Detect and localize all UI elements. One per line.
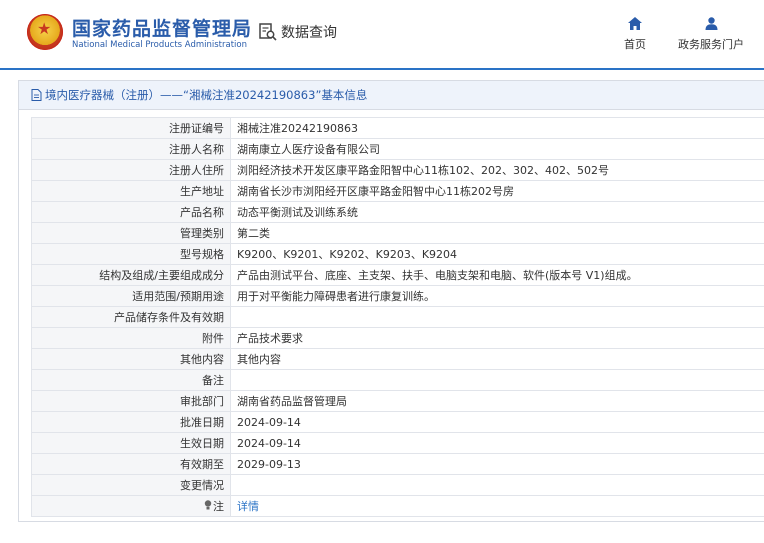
row-value: [230, 369, 764, 391]
row-label: 变更情况: [31, 474, 231, 496]
row-value: 浏阳经济技术开发区康平路金阳智中心11栋102、202、302、402、502号: [230, 159, 764, 181]
row-label: 其他内容: [31, 348, 231, 370]
row-label: 管理类别: [31, 222, 231, 244]
document-icon: [31, 89, 42, 101]
row-label: 型号规格: [31, 243, 231, 265]
row-value: K9200、K9201、K9202、K9203、K9204: [230, 243, 764, 265]
national-emblem-logo: ★: [27, 14, 63, 50]
row-label: 审批部门: [31, 390, 231, 412]
row-label: 备注: [31, 369, 231, 391]
table-row: 有效期至 2029-09-13: [31, 453, 764, 475]
row-value: [230, 474, 764, 496]
row-label: 注册人住所: [31, 159, 231, 181]
row-value: 湖南康立人医疗设备有限公司: [230, 138, 764, 160]
table-row: 产品名称 动态平衡测试及训练系统: [31, 201, 764, 223]
table-row: 附件 产品技术要求: [31, 327, 764, 349]
data-query-link[interactable]: 数据查询: [258, 22, 337, 42]
row-value: 湘械注准20242190863: [230, 117, 764, 139]
row-value: [230, 306, 764, 328]
table-row: 管理类别 第二类: [31, 222, 764, 244]
table-row: 注 详情: [31, 495, 764, 517]
row-value: 详情: [230, 495, 764, 517]
table-row: 备注: [31, 369, 764, 391]
row-value: 其他内容: [230, 348, 764, 370]
row-label: 附件: [31, 327, 231, 349]
row-value: 用于对平衡能力障碍患者进行康复训练。: [230, 285, 764, 307]
nav-home[interactable]: 首页: [618, 17, 652, 52]
row-label: 产品名称: [31, 201, 231, 223]
row-label: 产品储存条件及有效期: [31, 306, 231, 328]
row-value: 2024-09-14: [230, 411, 764, 433]
breadcrumb: 境内医疗器械（注册）——“湘械注准20242190863”基本信息: [45, 88, 368, 102]
table-row: 审批部门 湖南省药品监督管理局: [31, 390, 764, 412]
table-row: 注册人住所 浏阳经济技术开发区康平路金阳智中心11栋102、202、302、402…: [31, 159, 764, 181]
row-value: 湖南省长沙市浏阳经开区康平路金阳智中心11栋202号房: [230, 180, 764, 202]
detail-table: 注册证编号 湘械注准20242190863 注册人名称 湖南康立人医疗设备有限公司 …: [31, 117, 764, 517]
table-row: 适用范围/预期用途 用于对平衡能力障碍患者进行康复训练。: [31, 285, 764, 307]
table-row: 变更情况: [31, 474, 764, 496]
table-row: 结构及组成/主要组成成分 产品由测试平台、底座、主支架、扶手、电脑支架和电脑、软件…: [31, 264, 764, 286]
row-label: 适用范围/预期用途: [31, 285, 231, 307]
home-icon: [628, 17, 642, 30]
row-label: 注册证编号: [31, 117, 231, 139]
table-row: 型号规格 K9200、K9201、K9202、K9203、K9204: [31, 243, 764, 265]
detail-panel: 境内医疗器械（注册）——“湘械注准20242190863”基本信息 注册证编号湘…: [18, 80, 764, 522]
header-divider: [0, 68, 764, 70]
site-header: ★ 国家药品监督管理局 National Medical Products Ad…: [0, 0, 764, 66]
row-value: 动态平衡测试及训练系统: [230, 201, 764, 223]
row-value: 湖南省药品监督管理局: [230, 390, 764, 412]
row-label: 结构及组成/主要组成成分: [31, 264, 231, 286]
row-label: 批准日期: [31, 411, 231, 433]
table-row: 注册证编号 湘械注准20242190863: [31, 117, 764, 139]
site-subtitle: National Medical Products Administration: [72, 40, 247, 50]
table-row: 生效日期 2024-09-14: [31, 432, 764, 454]
row-label: 生效日期: [31, 432, 231, 454]
search-doc-icon: [259, 23, 277, 41]
table-row: 产品储存条件及有效期: [31, 306, 764, 328]
panel-title: 境内医疗器械（注册）——“湘械注准20242190863”基本信息: [19, 81, 764, 110]
nav-gov-label: 政务服务门户: [678, 38, 744, 51]
row-value: 2029-09-13: [230, 453, 764, 475]
row-value: 产品技术要求: [230, 327, 764, 349]
row-label: 生产地址: [31, 180, 231, 202]
row-label: 注册人名称: [31, 138, 231, 160]
row-label: 注: [31, 495, 231, 517]
row-label: 有效期至: [31, 453, 231, 475]
row-value: 产品由测试平台、底座、主支架、扶手、电脑支架和电脑、软件(版本号 V1)组成。: [230, 264, 764, 286]
nav-gov-services[interactable]: 政务服务门户: [672, 17, 750, 52]
table-row: 其他内容 其他内容: [31, 348, 764, 370]
table-row: 生产地址 湖南省长沙市浏阳经开区康平路金阳智中心11栋202号房: [31, 180, 764, 202]
user-icon: [705, 17, 717, 30]
table-row: 批准日期 2024-09-14: [31, 411, 764, 433]
row-value: 2024-09-14: [230, 432, 764, 454]
nav-home-label: 首页: [624, 38, 646, 51]
details-link[interactable]: 详情: [237, 500, 259, 513]
lightbulb-icon: [204, 500, 212, 513]
site-title: 国家药品监督管理局: [72, 18, 253, 40]
data-query-label: 数据查询: [281, 25, 337, 41]
table-row: 注册人名称 湖南康立人医疗设备有限公司: [31, 138, 764, 160]
note-label: 注: [213, 500, 224, 513]
row-value: 第二类: [230, 222, 764, 244]
